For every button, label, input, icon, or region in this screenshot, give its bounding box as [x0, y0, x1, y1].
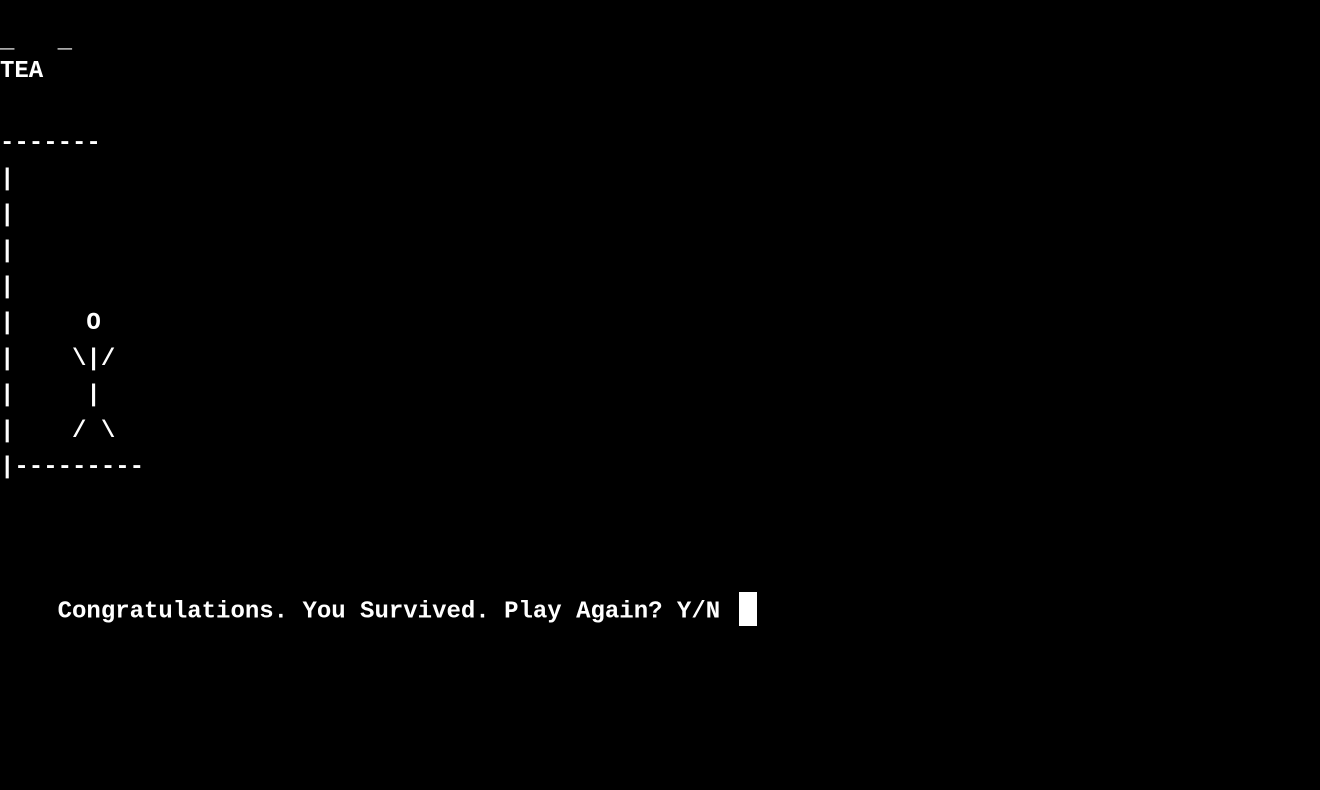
- gallows-row: |---------: [0, 454, 145, 481]
- gallows-row: | O: [0, 310, 101, 337]
- revealed-word: TEA: [0, 58, 44, 85]
- gallows-row: |: [0, 202, 15, 229]
- prompt-line[interactable]: Congratulations. You Survived. Play Agai…: [0, 558, 757, 626]
- gallows-row: | \|/: [0, 346, 116, 373]
- gallows-row: |: [0, 274, 15, 301]
- play-again-prompt: Congratulations. You Survived. Play Agai…: [57, 598, 735, 626]
- gallows-row: |: [0, 166, 15, 193]
- terminal-window: _ _ TEA ------- | | | | | O | \|/ | | | …: [0, 0, 1320, 790]
- text-cursor[interactable]: [738, 592, 757, 626]
- hangman-gallows: ------- | | | | | O | \|/ | | | / \ |---…: [0, 126, 144, 486]
- gallows-row: | / \: [0, 418, 116, 445]
- gallows-row: |: [0, 238, 15, 265]
- gallows-row: -------: [0, 130, 101, 157]
- gallows-row: | |: [0, 382, 101, 409]
